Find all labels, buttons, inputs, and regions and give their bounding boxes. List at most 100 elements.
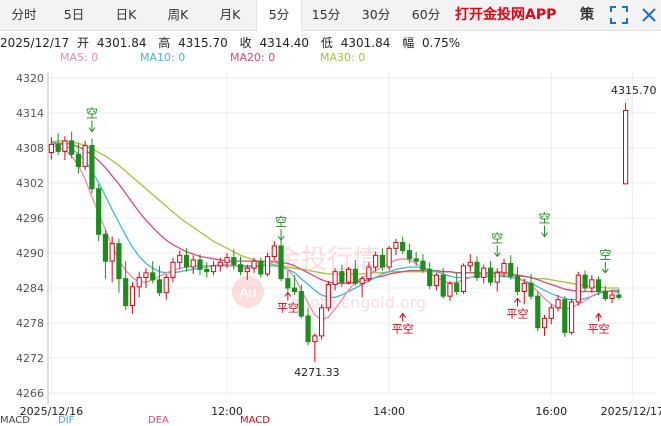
candle [602,291,608,300]
candle [508,262,514,277]
candle [474,261,480,278]
candle [129,286,136,307]
x-tick-label: 12:00 [211,405,243,418]
candle [460,265,467,293]
candle [96,188,102,235]
y-tick-label: 4278 [16,317,44,330]
candle [427,268,433,287]
y-tick-label: 4308 [16,142,44,155]
candle [210,265,217,273]
candle [204,268,210,273]
candle [609,294,615,300]
candlestick-chart[interactable]: Au 金投行情 quote.cngold.org 空空平空平空空平空空平空空 4… [0,0,661,422]
candle [231,257,237,266]
candle [89,145,95,190]
x-tick-label: 2025/12/17 [601,405,661,418]
candle [150,272,156,281]
candle [136,276,142,288]
candle [481,267,487,278]
candle [433,274,440,287]
candle [352,268,358,284]
candle [258,260,264,275]
candle [589,279,595,289]
candle [501,262,507,274]
candle [244,267,250,273]
candle [55,143,61,152]
candle [366,266,372,280]
y-tick-label: 4290 [16,247,44,260]
watermark-url: quote.cngold.org [290,293,426,312]
candle [190,259,196,268]
candle [548,307,554,319]
candle [386,247,392,268]
candle [568,301,575,333]
candle [312,335,318,343]
candle [521,282,527,293]
candle [494,272,500,283]
candle [143,272,149,278]
candle [528,282,534,297]
close-short-signal-label: 平空 [392,322,414,336]
candle [616,294,622,298]
candle [163,276,169,294]
candle [487,267,494,283]
grid [48,72,656,396]
dea-legend: DEA [148,415,169,426]
candle [379,254,385,268]
short-signal-label: 空 [539,212,551,226]
candle [346,268,352,283]
x-tick-label: 16:00 [535,405,567,418]
candle [271,245,277,257]
dif-legend: DIF [58,415,75,426]
candle [237,264,244,273]
macd-legend-value: MACD [240,415,270,426]
candle [575,274,581,303]
candle [75,153,81,168]
candle [177,254,183,263]
close-short-signal-label: 平空 [507,306,529,320]
candle [217,261,223,267]
candle [332,271,338,285]
candle [224,257,230,263]
candle [102,233,109,262]
high-price-label: 4315.70 [611,84,657,97]
candle [420,260,426,270]
short-signal-label: 空 [491,231,503,245]
candle [291,287,298,293]
candle [359,278,365,284]
candle [48,143,54,154]
y-tick-label: 4302 [16,177,44,190]
candle [109,243,115,262]
candle [123,278,129,307]
close-short-signal-label: 平空 [277,301,299,315]
candle [514,275,521,293]
x-tick-label: 14:00 [373,405,405,418]
candle [62,140,68,152]
y-tick-label: 4284 [16,282,44,295]
candle [373,254,379,268]
candle [264,255,271,275]
candle [623,110,629,185]
candle [197,259,203,270]
candle [454,282,460,293]
y-tick-label: 4314 [16,107,44,120]
y-tick-label: 4296 [16,212,44,225]
candle [251,260,257,269]
macd-title: MACD [0,415,30,426]
short-signal-label: 空 [599,248,611,262]
candle [535,295,541,329]
candle [440,274,446,297]
candle [400,241,406,252]
candle [339,271,345,283]
close-short-signal-label: 平空 [588,322,610,336]
candle [582,274,588,289]
watermark-logo-text: Au [239,286,256,301]
candle [562,299,568,333]
candle [156,279,163,294]
candle [305,315,311,343]
candle [595,279,602,293]
candle [413,258,419,262]
short-signal-label: 空 [275,215,287,229]
y-tick-label: 4266 [16,387,44,400]
candle [319,307,325,337]
